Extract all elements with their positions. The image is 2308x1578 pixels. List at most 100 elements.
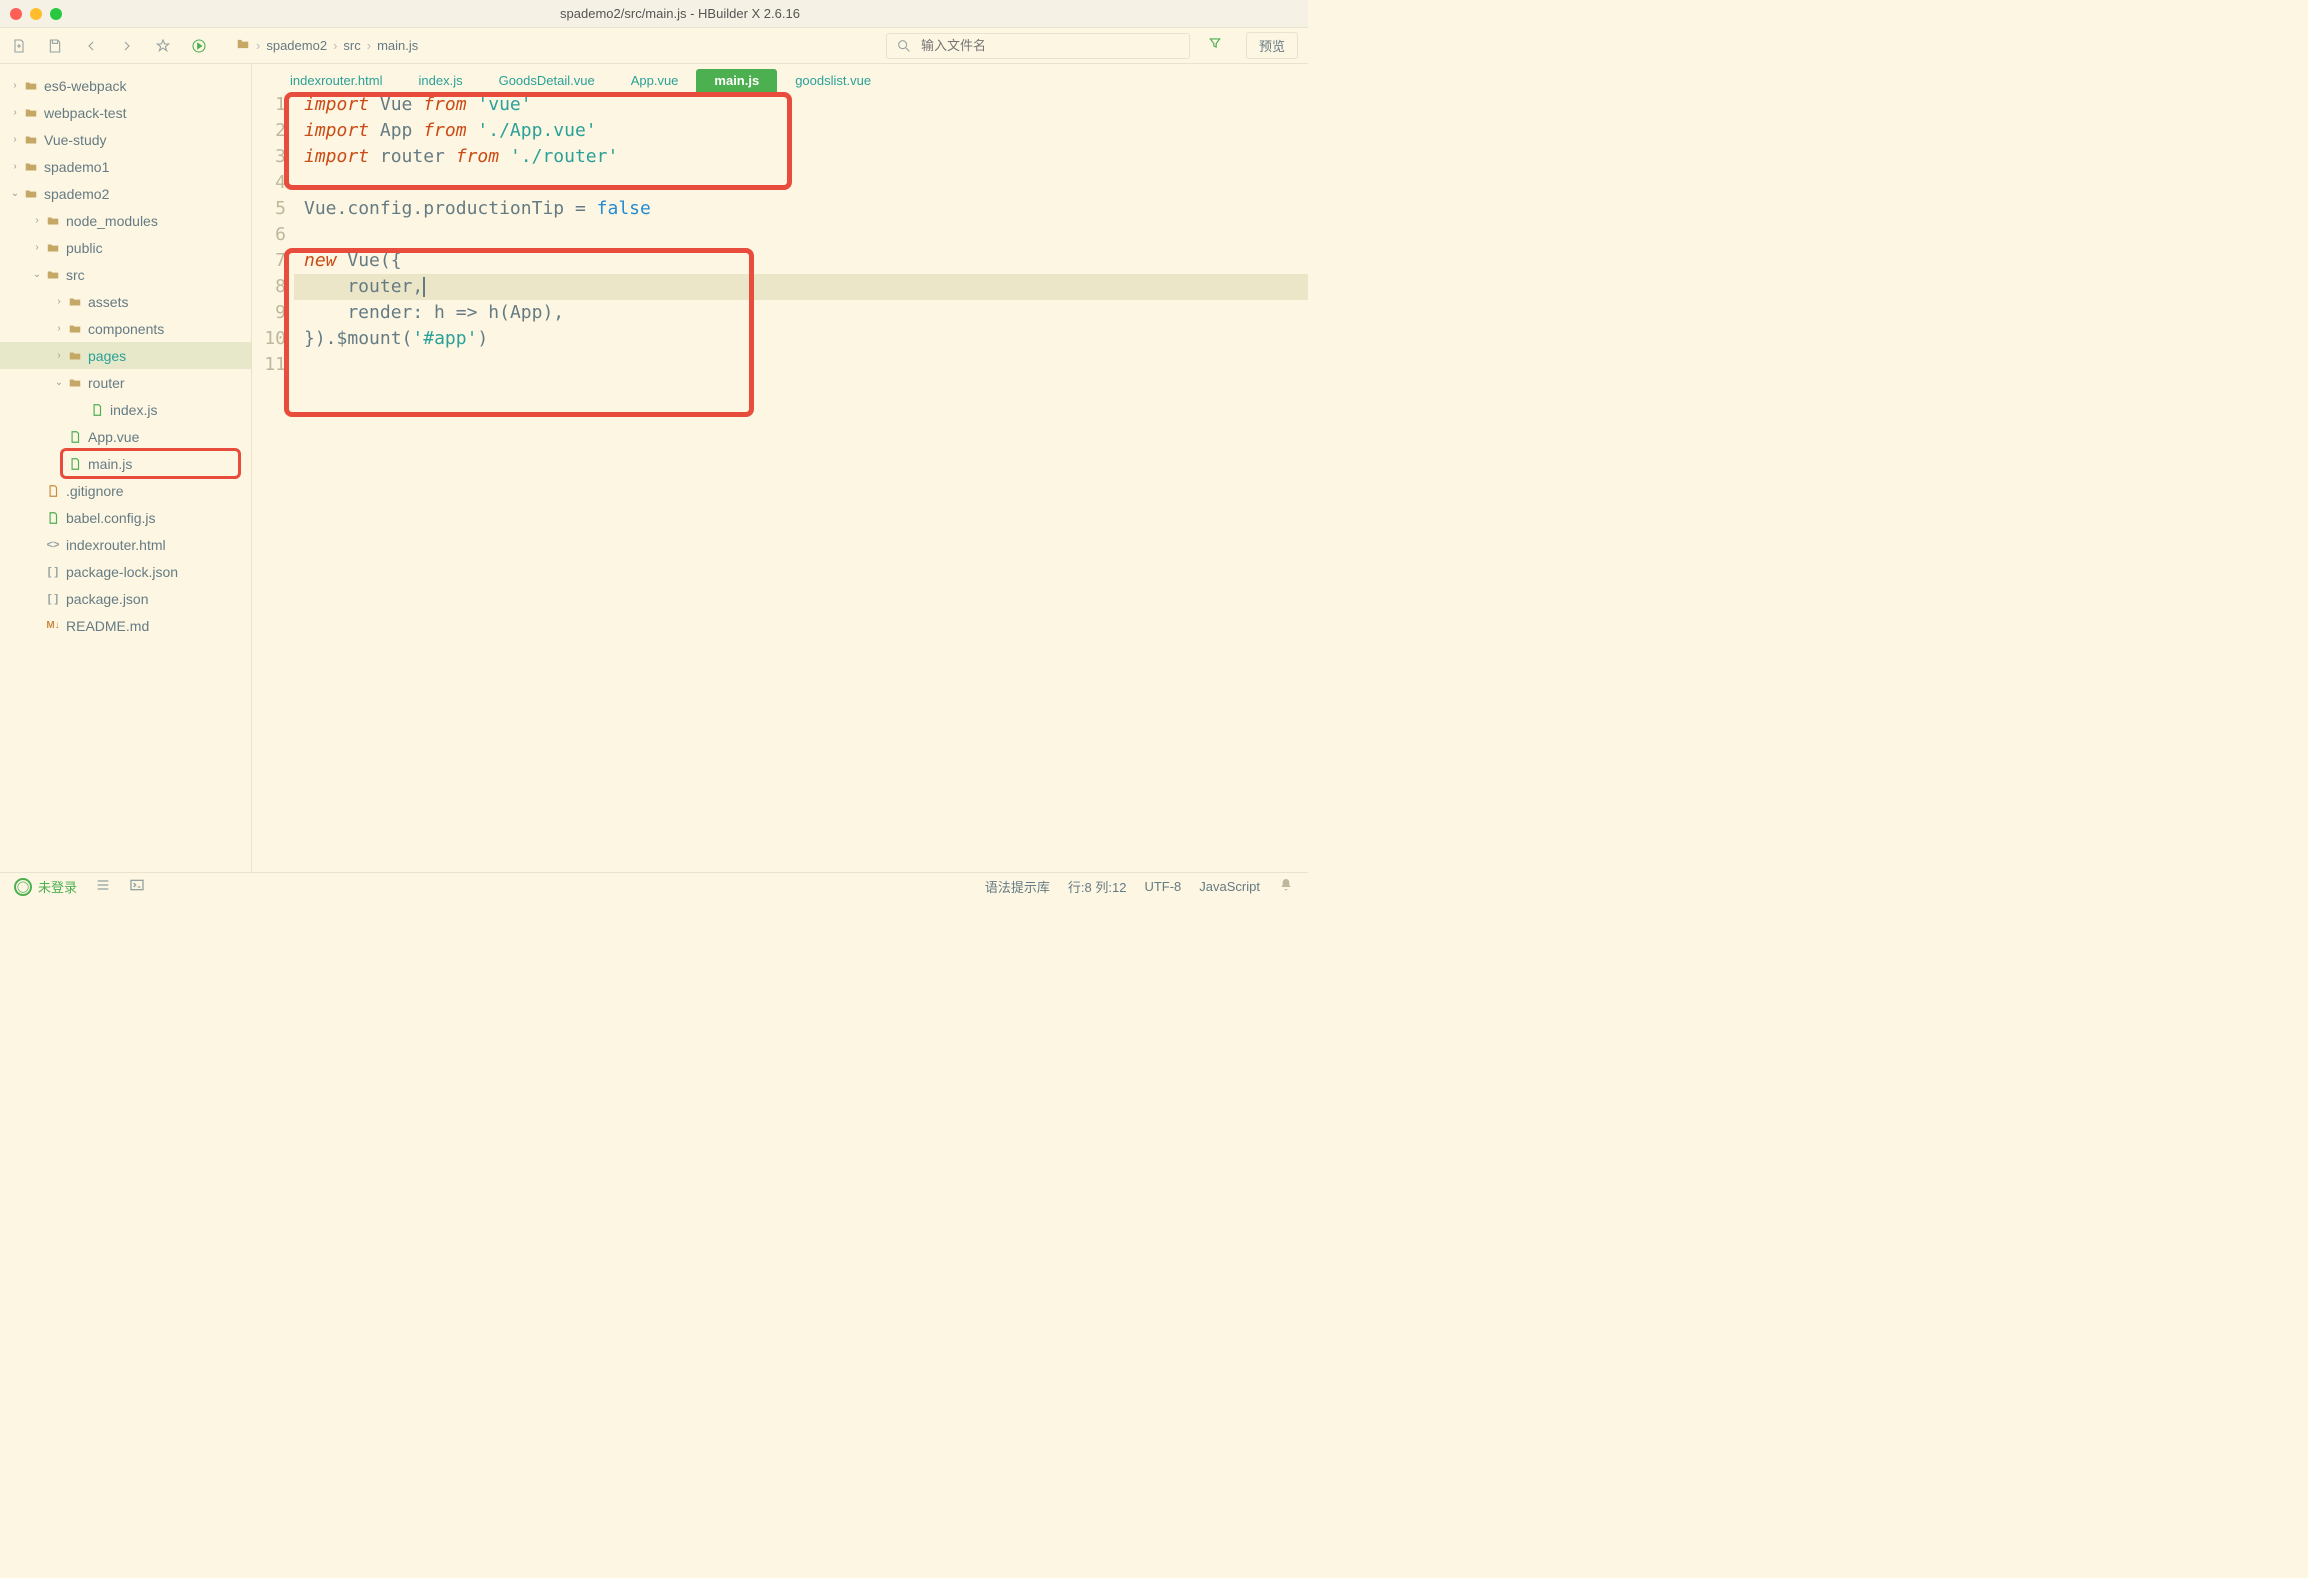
tree-file[interactable]: babel.config.js <box>0 504 251 531</box>
folder-icon <box>22 187 40 201</box>
code-line[interactable]: import Vue from 'vue' <box>294 92 1308 118</box>
back-icon[interactable] <box>82 37 100 55</box>
editor-tab[interactable]: goodslist.vue <box>777 69 889 92</box>
expand-arrow-icon[interactable]: › <box>52 323 66 334</box>
tree-label: components <box>88 321 164 337</box>
code-line[interactable] <box>294 352 1308 378</box>
run-icon[interactable] <box>190 37 208 55</box>
list-icon[interactable] <box>95 877 111 896</box>
tree-folder[interactable]: › node_modules <box>0 207 251 234</box>
minimize-dot[interactable] <box>30 8 42 20</box>
bell-icon[interactable] <box>1278 877 1294 896</box>
editor-tab[interactable]: index.js <box>401 69 481 92</box>
tree-folder[interactable]: ⌄ router <box>0 369 251 396</box>
file-tree[interactable]: ›es6-webpack›webpack-test›Vue-study›spad… <box>0 64 252 872</box>
encoding[interactable]: UTF-8 <box>1144 879 1181 894</box>
tree-folder[interactable]: › public <box>0 234 251 261</box>
breadcrumb-seg[interactable]: src <box>343 38 360 53</box>
code-line[interactable] <box>294 222 1308 248</box>
code-line[interactable]: import router from './router' <box>294 144 1308 170</box>
code-line[interactable]: Vue.config.productionTip = false <box>294 196 1308 222</box>
expand-arrow-icon[interactable]: › <box>8 161 22 172</box>
login-status[interactable]: ◯ 未登录 <box>14 877 77 896</box>
expand-arrow-icon[interactable]: › <box>8 107 22 118</box>
close-dot[interactable] <box>10 8 22 20</box>
html-file-icon: <> <box>44 539 62 551</box>
line-number: 10 <box>252 326 286 352</box>
save-icon[interactable] <box>46 37 64 55</box>
js-file-icon <box>88 403 106 417</box>
folder-icon <box>22 106 40 120</box>
editor-tab[interactable]: indexrouter.html <box>272 69 401 92</box>
code-line[interactable]: import App from './App.vue' <box>294 118 1308 144</box>
code-line[interactable]: }).$mount('#app') <box>294 326 1308 352</box>
tree-file[interactable]: main.js <box>0 450 251 477</box>
filter-icon[interactable] <box>1208 36 1222 55</box>
tree-folder[interactable]: › components <box>0 315 251 342</box>
breadcrumb-seg[interactable]: spademo2 <box>266 38 327 53</box>
tree-folder[interactable]: ›assets <box>0 288 251 315</box>
editor-tab[interactable]: GoodsDetail.vue <box>481 69 613 92</box>
tree-label: router <box>88 375 125 391</box>
expand-arrow-icon[interactable]: › <box>30 242 44 253</box>
tree-label: spademo2 <box>44 186 109 202</box>
tree-file[interactable]: [ ]package.json <box>0 585 251 612</box>
line-number: 5 <box>252 196 286 222</box>
js-file-icon <box>66 457 84 471</box>
new-file-icon[interactable] <box>10 37 28 55</box>
forward-icon[interactable] <box>118 37 136 55</box>
tree-file[interactable]: [ ]package-lock.json <box>0 558 251 585</box>
terminal-icon[interactable] <box>129 877 145 896</box>
tree-label: README.md <box>66 618 149 634</box>
tree-label: es6-webpack <box>44 78 127 94</box>
tree-folder[interactable]: ›webpack-test <box>0 99 251 126</box>
expand-arrow-icon[interactable]: ⌄ <box>8 188 22 199</box>
tree-folder[interactable]: ›Vue-study <box>0 126 251 153</box>
maximize-dot[interactable] <box>50 8 62 20</box>
tree-file[interactable]: .gitignore <box>0 477 251 504</box>
line-number: 4 <box>252 170 286 196</box>
expand-arrow-icon[interactable]: ⌄ <box>30 269 44 280</box>
expand-arrow-icon[interactable]: › <box>8 80 22 91</box>
expand-arrow-icon[interactable]: › <box>52 350 66 361</box>
line-number: 7 <box>252 248 286 274</box>
tree-file[interactable]: <>indexrouter.html <box>0 531 251 558</box>
tree-file[interactable]: M↓README.md <box>0 612 251 639</box>
code-line[interactable] <box>294 170 1308 196</box>
breadcrumb: › spademo2 › src › main.js <box>236 37 418 54</box>
code-line[interactable]: new Vue({ <box>294 248 1308 274</box>
statusbar: ◯ 未登录 语法提示库 行:8 列:12 UTF-8 JavaScript <box>0 872 1308 900</box>
code-line[interactable]: router, <box>294 274 1308 300</box>
language-mode[interactable]: JavaScript <box>1199 879 1260 894</box>
preview-button[interactable]: 预览 <box>1246 32 1298 59</box>
star-icon[interactable] <box>154 37 172 55</box>
search-input[interactable] <box>921 38 1181 53</box>
editor-tab[interactable]: App.vue <box>613 69 697 92</box>
breadcrumb-seg[interactable]: main.js <box>377 38 418 53</box>
hint-library[interactable]: 语法提示库 <box>985 877 1050 896</box>
code-area[interactable]: 1234567891011 import Vue from 'vue'impor… <box>252 92 1308 872</box>
expand-arrow-icon[interactable]: › <box>8 134 22 145</box>
tree-folder[interactable]: › es6-webpack <box>0 72 251 99</box>
editor-tab[interactable]: main.js <box>696 69 777 92</box>
expand-arrow-icon[interactable]: › <box>30 215 44 226</box>
tree-label: main.js <box>88 456 132 472</box>
code-line[interactable]: render: h => h(App), <box>294 300 1308 326</box>
file-search[interactable] <box>886 33 1190 59</box>
folder-icon <box>66 349 84 363</box>
tree-label: pages <box>88 348 126 364</box>
json-file-icon: [ ] <box>44 593 62 605</box>
tree-label: node_modules <box>66 213 158 229</box>
tree-folder[interactable]: ⌄ src <box>0 261 251 288</box>
expand-arrow-icon[interactable]: ⌄ <box>52 377 66 388</box>
tree-label: src <box>66 267 85 283</box>
tree-folder[interactable]: ›spademo1 <box>0 153 251 180</box>
folder-icon <box>22 79 40 93</box>
tree-label: public <box>66 240 103 256</box>
tree-file[interactable]: App.vue <box>0 423 251 450</box>
expand-arrow-icon[interactable]: › <box>52 296 66 307</box>
search-icon <box>895 37 913 55</box>
tree-folder[interactable]: › pages <box>0 342 251 369</box>
tree-file[interactable]: index.js <box>0 396 251 423</box>
tree-folder[interactable]: ⌄ spademo2 <box>0 180 251 207</box>
